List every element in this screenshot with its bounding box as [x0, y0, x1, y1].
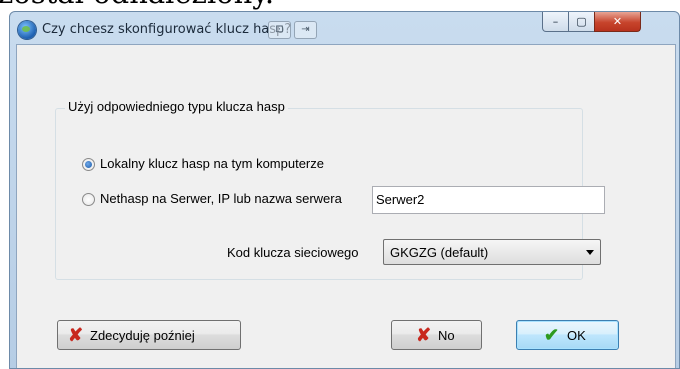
ghost-pin-icon: ⊡	[268, 21, 291, 39]
ok-button[interactable]: ✔ OK	[516, 320, 619, 350]
title-bar[interactable]: Czy chcesz skonfigurować klucz hasp? ⊡ ⇥…	[10, 12, 679, 45]
x-icon: ✘	[68, 325, 84, 345]
no-button[interactable]: ✘ No	[391, 320, 482, 350]
decide-later-button[interactable]: ✘ Zdecyduję poźniej	[57, 320, 241, 350]
server-input[interactable]: Serwer2	[372, 186, 605, 214]
dialog-window: Czy chcesz skonfigurować klucz hasp? ⊡ ⇥…	[9, 11, 680, 369]
local-key-radio[interactable]	[82, 158, 95, 171]
x-icon: ✘	[416, 325, 432, 345]
ghost-exit-icon: ⇥	[294, 21, 317, 39]
close-button[interactable]: ✕	[594, 12, 641, 32]
globe-icon	[18, 21, 36, 39]
nethasp-label[interactable]: Nethasp na Serwer, IP lub nazwa serwera	[100, 191, 371, 206]
check-icon: ✔	[544, 325, 560, 345]
maximize-button[interactable]: ▢	[568, 12, 595, 32]
network-key-value: GKGZG (default)	[390, 245, 489, 260]
ok-label: OK	[567, 328, 586, 343]
network-key-select[interactable]: GKGZG (default)	[383, 239, 601, 265]
group-label: Użyj odpowiedniego typu klucza hasp	[65, 99, 288, 114]
local-key-label[interactable]: Lokalny klucz hasp na tym komputerze	[100, 156, 324, 171]
chevron-down-icon	[586, 250, 594, 255]
decide-later-label: Zdecyduję poźniej	[90, 328, 195, 343]
minimize-button[interactable]: –	[542, 12, 569, 32]
window-title: Czy chcesz skonfigurować klucz hasp?	[42, 22, 292, 37]
background-text: został odnaleziony.	[0, 0, 274, 10]
dialog-body: Użyj odpowiedniego typu klucza hasp Loka…	[16, 44, 676, 368]
no-label: No	[438, 328, 455, 343]
nethasp-radio[interactable]	[82, 193, 95, 206]
network-key-label: Kod klucza sieciowego	[227, 245, 359, 260]
